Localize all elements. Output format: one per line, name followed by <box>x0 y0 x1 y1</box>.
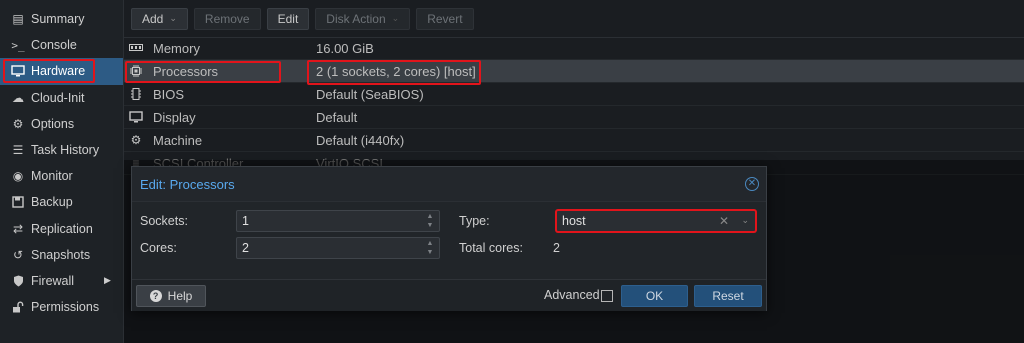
book-icon: ▤ <box>12 12 24 27</box>
advanced-checkbox[interactable] <box>601 290 613 302</box>
highlight-box <box>125 61 281 83</box>
cores-label: Cores: <box>140 241 177 255</box>
sidebar-item-label: Task History <box>31 143 100 158</box>
advanced-label: Advanced <box>544 288 600 302</box>
hardware-row-machine[interactable]: ⚙ Machine Default (i440fx) <box>124 129 1024 152</box>
sidebar-item-snapshots[interactable]: ↺ Snapshots <box>0 242 123 268</box>
hardware-list: Memory 16.00 GiB Processors 2 (1 sockets… <box>124 37 1024 175</box>
total-cores-value: 2 <box>553 241 560 255</box>
clear-icon[interactable]: ✕ <box>719 214 729 228</box>
sidebar-item-label: Monitor <box>31 169 73 184</box>
sockets-label: Sockets: <box>140 214 188 228</box>
unlock-icon <box>10 301 26 313</box>
sidebar-item-label: Cloud-Init <box>31 90 85 105</box>
add-button-label: Add <box>142 11 164 26</box>
sidebar-item-label: Snapshots <box>31 247 91 262</box>
type-select[interactable]: host ✕ ⌄ <box>556 210 756 232</box>
hardware-row-memory[interactable]: Memory 16.00 GiB <box>124 37 1024 60</box>
sidebar-item-permissions[interactable]: Permissions <box>0 294 123 320</box>
chevron-down-icon: ⌄ <box>391 13 400 23</box>
highlight-box <box>307 60 481 85</box>
help-button[interactable]: ? Help <box>136 285 206 307</box>
disk-action-label: Disk Action <box>326 11 386 26</box>
type-label: Type: <box>459 214 490 228</box>
sidebar-item-label: Console <box>31 38 77 53</box>
sidebar: ▤ Summary >_ Console Hardware ☁ Cloud-In… <box>0 0 124 343</box>
cores-field[interactable]: 2 ▲ ▼ <box>236 237 440 259</box>
memory-icon <box>128 43 144 53</box>
history-icon: ↺ <box>12 247 24 262</box>
stepper-icon[interactable]: ▲ ▼ <box>425 240 435 256</box>
cores-value: 2 <box>242 241 249 255</box>
sidebar-item-summary[interactable]: ▤ Summary <box>0 6 123 32</box>
eye-icon: ◉ <box>12 169 24 184</box>
sidebar-item-cloud-init[interactable]: ☁ Cloud-Init <box>0 85 123 111</box>
type-value: host <box>562 214 586 228</box>
sidebar-item-hardware[interactable]: Hardware <box>0 58 123 85</box>
hardware-row-bios[interactable]: BIOS Default (SeaBIOS) <box>124 83 1024 106</box>
shield-icon <box>10 275 26 287</box>
cloud-icon: ☁ <box>12 90 24 105</box>
row-value: Default <box>316 109 358 125</box>
row-key: BIOS <box>153 86 185 102</box>
sidebar-item-label: Summary <box>31 12 85 27</box>
sidebar-item-options[interactable]: ⚙ Options <box>0 111 123 137</box>
ok-button[interactable]: OK <box>621 285 688 307</box>
revert-button[interactable]: Revert <box>416 7 474 30</box>
chip-icon <box>128 88 144 100</box>
question-icon: ? <box>149 290 162 302</box>
display-icon <box>128 111 144 123</box>
sidebar-item-console[interactable]: >_ Console <box>0 32 123 58</box>
add-button[interactable]: Add ⌄ <box>131 7 188 30</box>
sidebar-item-monitor[interactable]: ◉ Monitor <box>0 163 123 189</box>
dialog-header: Edit: Processors ✕ <box>132 167 766 201</box>
row-key: Display <box>153 109 196 125</box>
help-label: Help <box>167 289 193 303</box>
disk-action-button[interactable]: Disk Action ⌄ <box>315 7 411 30</box>
edit-button[interactable]: Edit <box>266 7 310 30</box>
sidebar-item-label: Firewall <box>31 273 75 288</box>
sync-icon: ⇄ <box>12 221 24 236</box>
row-value: Default (i440fx) <box>316 132 405 148</box>
sidebar-item-label: Permissions <box>31 300 100 315</box>
row-key: Memory <box>153 40 200 56</box>
list-icon: ☰ <box>12 143 24 158</box>
hardware-row-display[interactable]: Display Default <box>124 106 1024 129</box>
expand-arrow-icon[interactable]: ▶ <box>104 275 111 286</box>
row-value: 16.00 GiB <box>316 40 374 56</box>
dialog-body: Sockets: 1 ▲ ▼ Cores: 2 ▲ ▼ Type: host ✕ ⌄… <box>132 201 766 279</box>
cogs-icon: ⚙ <box>130 133 142 147</box>
dialog-title: Edit: Processors <box>140 176 235 192</box>
sidebar-item-label: Options <box>31 116 75 131</box>
sockets-value: 1 <box>242 214 249 228</box>
hardware-row-processors[interactable]: Processors 2 (1 sockets, 2 cores) [host] <box>124 60 1024 85</box>
terminal-icon: >_ <box>11 38 25 52</box>
gear-icon: ⚙ <box>12 116 24 131</box>
floppy-icon <box>10 196 26 209</box>
chevron-down-icon: ⌄ <box>169 13 177 23</box>
total-cores-label: Total cores: <box>459 241 523 255</box>
edit-processors-dialog: Edit: Processors ✕ Sockets: 1 ▲ ▼ Cores: … <box>131 166 767 311</box>
sidebar-item-backup[interactable]: Backup <box>0 189 123 215</box>
dialog-footer: ? Help Advanced OK Reset <box>132 279 766 311</box>
sidebar-item-task-history[interactable]: ☰ Task History <box>0 137 123 163</box>
sidebar-item-firewall[interactable]: Firewall ▶ <box>0 268 123 294</box>
remove-button[interactable]: Remove <box>193 7 261 30</box>
row-key: Machine <box>153 132 203 148</box>
close-icon[interactable]: ✕ <box>745 177 759 191</box>
highlight-box <box>3 59 95 84</box>
sidebar-item-label: Replication <box>31 221 93 236</box>
toolbar: Add ⌄ Remove Edit Disk Action ⌄ Revert <box>124 0 1024 38</box>
sidebar-item-replication[interactable]: ⇄ Replication <box>0 216 123 242</box>
chevron-down-icon[interactable]: ⌄ <box>741 215 749 226</box>
row-value: Default (SeaBIOS) <box>316 86 424 102</box>
stepper-icon[interactable]: ▲ ▼ <box>425 213 435 229</box>
reset-button[interactable]: Reset <box>694 285 762 307</box>
sidebar-item-label: Backup <box>31 195 73 210</box>
sockets-field[interactable]: 1 ▲ ▼ <box>236 210 440 232</box>
